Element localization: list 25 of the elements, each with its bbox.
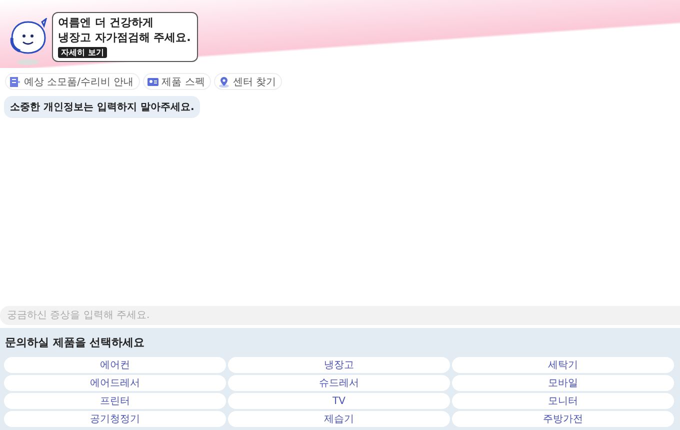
product-button[interactable]: 모니터 <box>452 393 674 409</box>
banner-headline: 여름엔 더 건강하게 <box>58 16 155 30</box>
quick-link-button[interactable]: 제품 스펙 <box>142 73 211 90</box>
location-pin-icon <box>218 76 230 88</box>
details-link[interactable]: 자세히 보기 <box>58 47 107 58</box>
receipt-icon <box>9 76 21 88</box>
product-button[interactable]: 냉장고 <box>228 357 450 373</box>
product-button[interactable]: 에어드레서 <box>4 375 226 391</box>
product-button[interactable]: 세탁기 <box>452 357 674 373</box>
product-button[interactable]: 모바일 <box>452 375 674 391</box>
symptom-input-field[interactable]: 궁금하신 증상을 입력해 주세요. <box>0 306 680 325</box>
product-button[interactable]: 공기청정기 <box>4 411 226 427</box>
product-button[interactable]: TV <box>228 393 450 409</box>
banner-headline: 냉장고 자가점검해 주세요. <box>58 31 191 45</box>
product-button[interactable]: 제습기 <box>228 411 450 427</box>
quick-link-button[interactable]: 예상 소모품/수리비 안내 <box>5 73 140 90</box>
chatbot-mascot-icon <box>8 18 48 66</box>
product-button[interactable]: 프린터 <box>4 393 226 409</box>
product-button[interactable]: 주방가전 <box>452 411 674 427</box>
product-button[interactable]: 에어컨 <box>4 357 226 373</box>
quick-link-button[interactable]: 센터 찾기 <box>214 73 282 90</box>
picker-title: 문의하실 제품을 선택하세요 <box>5 335 146 350</box>
privacy-notice: 소중한 개인정보는 입력하지 말아주세요. <box>4 96 200 118</box>
product-button[interactable]: 슈드레서 <box>228 375 450 391</box>
id-card-icon <box>146 76 159 88</box>
